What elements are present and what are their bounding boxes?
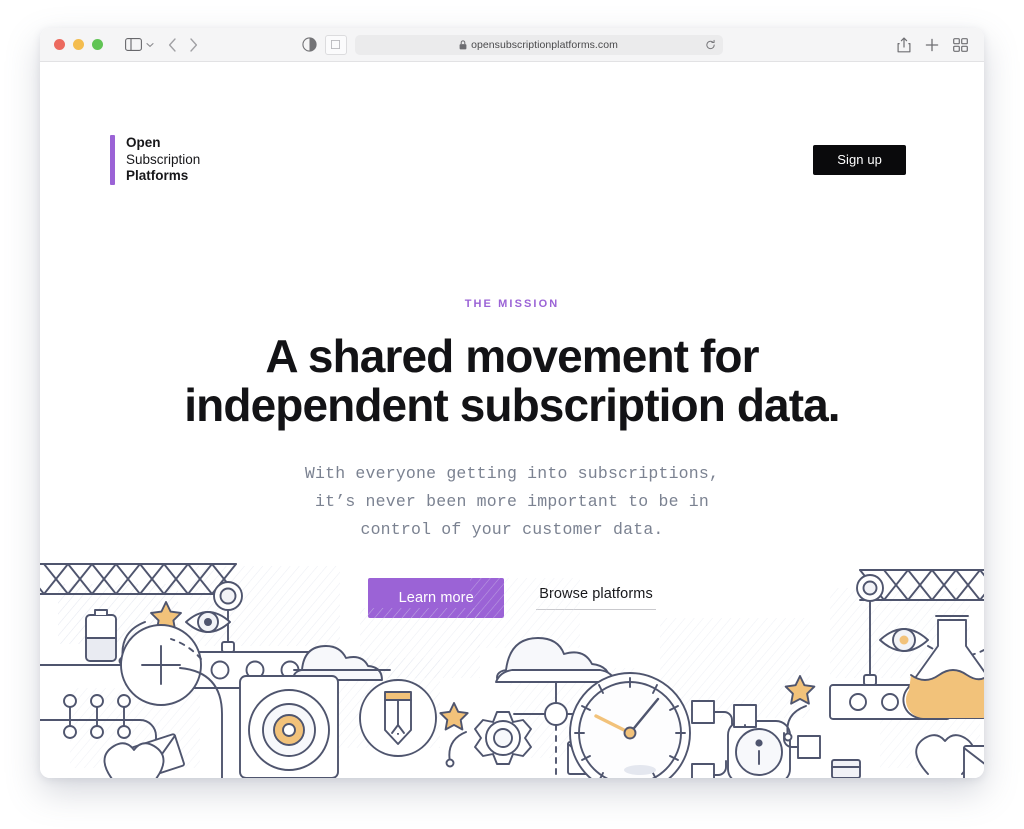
hero-eyebrow: THE MISSION <box>464 298 560 310</box>
subtitle-line-1: With everyone getting into subscriptions… <box>304 464 720 483</box>
headline-line-1: A shared movement for <box>265 330 759 382</box>
share-button[interactable] <box>897 37 911 53</box>
minimize-window-button[interactable] <box>73 39 84 50</box>
sign-up-button[interactable]: Sign up <box>813 145 906 175</box>
browser-window: opensubscriptionplatforms.com Open Subsc… <box>40 28 984 778</box>
logo-accent-bar <box>110 135 115 185</box>
lock-icon <box>459 39 467 50</box>
url-content: opensubscriptionplatforms.com <box>459 39 618 51</box>
reader-view-icon <box>331 40 340 49</box>
zoom-window-button[interactable] <box>92 39 103 50</box>
site-header: Open Subscription Platforms Sign up <box>40 130 984 190</box>
logo-line-3: Platforms <box>126 168 189 184</box>
subtitle-line-3: control of your customer data. <box>360 520 664 539</box>
battery-icon <box>85 609 117 662</box>
technology-line-art-banner <box>40 563 984 778</box>
navigation-buttons <box>168 37 198 52</box>
headline-line-2: independent subscription data. <box>184 379 840 431</box>
star-icon-mid <box>439 702 469 768</box>
forward-button[interactable] <box>189 37 198 52</box>
subtitle-line-2: it’s never been more important to be in <box>315 492 709 511</box>
close-window-button[interactable] <box>54 39 65 50</box>
page-title: A shared movement for independent subscr… <box>40 332 984 430</box>
window-controls <box>54 39 103 50</box>
tab-overview-button[interactable] <box>953 37 968 52</box>
screenshot-root: opensubscriptionplatforms.com Open Subsc… <box>0 0 1024 829</box>
new-tab-button[interactable] <box>925 38 939 52</box>
gear-icon <box>474 711 532 765</box>
site-logo[interactable]: Open Subscription Platforms <box>110 135 200 185</box>
privacy-shield-icon[interactable] <box>301 37 317 52</box>
logo-line-1: Open <box>126 135 161 151</box>
reader-view-button[interactable] <box>324 34 347 55</box>
hero-subtitle: With everyone getting into subscriptions… <box>252 460 772 544</box>
envelope-right-icon <box>963 745 984 778</box>
sidebar-toggle-button[interactable] <box>125 38 154 51</box>
url-text: opensubscriptionplatforms.com <box>471 38 618 51</box>
toolbar-right-actions <box>897 37 972 53</box>
logo-wordmark: Open Subscription Platforms <box>126 135 200 185</box>
url-bar[interactable]: opensubscriptionplatforms.com <box>354 34 723 55</box>
pencil-circle-icon <box>359 679 437 757</box>
browser-toolbar: opensubscriptionplatforms.com <box>40 28 984 62</box>
back-button[interactable] <box>168 37 177 52</box>
small-box-icon <box>831 759 861 778</box>
target-circle-icon <box>239 675 339 778</box>
web-page: Open Subscription Platforms Sign up THE … <box>40 62 984 778</box>
hero-illustration <box>40 548 984 778</box>
logo-line-2: Subscription <box>126 151 201 167</box>
sidebar-icon <box>125 38 142 51</box>
chevron-down-icon[interactable] <box>146 42 154 48</box>
heart-icon <box>103 742 165 778</box>
reload-button[interactable] <box>705 39 716 50</box>
